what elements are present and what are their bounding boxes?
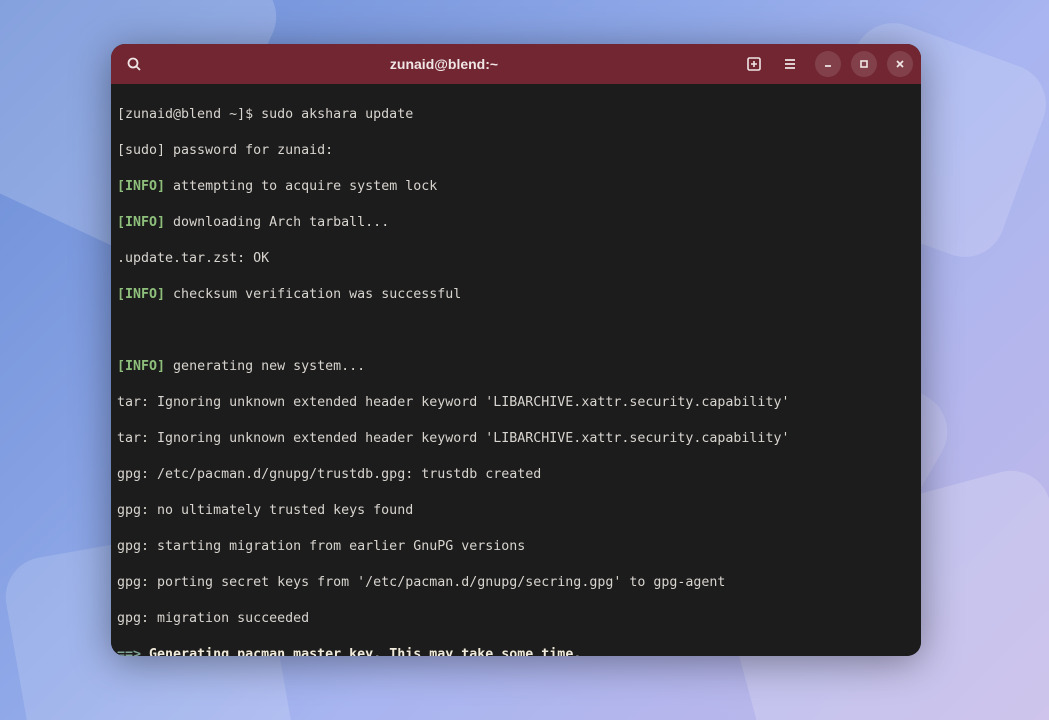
close-button[interactable] <box>887 51 913 77</box>
info-tag: [INFO] <box>117 215 165 230</box>
new-tab-icon[interactable] <box>739 49 769 79</box>
hamburger-menu-icon[interactable] <box>775 49 805 79</box>
maximize-button[interactable] <box>851 51 877 77</box>
output-line: Generating pacman master key. This may t… <box>141 647 581 656</box>
output-line: gpg: no ultimately trusted keys found <box>117 503 413 518</box>
info-tag: [INFO] <box>117 179 165 194</box>
titlebar: zunaid@blend:~ <box>111 44 921 84</box>
output-line: gpg: migration succeeded <box>117 611 309 626</box>
arrow-indicator: ==> <box>117 647 141 656</box>
minimize-button[interactable] <box>815 51 841 77</box>
output-line: gpg: porting secret keys from '/etc/pacm… <box>117 575 725 590</box>
terminal-window: zunaid@blend:~ [zunaid@blend ~]$ sudo ak… <box>111 44 921 656</box>
search-icon[interactable] <box>119 49 149 79</box>
output-line: checksum verification was successful <box>165 287 461 302</box>
output-line: generating new system... <box>165 359 365 374</box>
shell-prompt: [zunaid@blend ~]$ sudo akshara update <box>117 107 413 122</box>
info-tag: [INFO] <box>117 287 165 302</box>
output-line: tar: Ignoring unknown extended header ke… <box>117 395 789 410</box>
output-line: attempting to acquire system lock <box>165 179 437 194</box>
output-line: .update.tar.zst: OK <box>117 251 269 266</box>
output-line: tar: Ignoring unknown extended header ke… <box>117 431 789 446</box>
output-line: downloading Arch tarball... <box>165 215 389 230</box>
output-line: [sudo] password for zunaid: <box>117 143 333 158</box>
output-line: gpg: /etc/pacman.d/gnupg/trustdb.gpg: tr… <box>117 467 541 482</box>
info-tag: [INFO] <box>117 359 165 374</box>
output-line: gpg: starting migration from earlier Gnu… <box>117 539 525 554</box>
window-title: zunaid@blend:~ <box>390 56 498 72</box>
terminal-output[interactable]: [zunaid@blend ~]$ sudo akshara update [s… <box>111 84 921 656</box>
